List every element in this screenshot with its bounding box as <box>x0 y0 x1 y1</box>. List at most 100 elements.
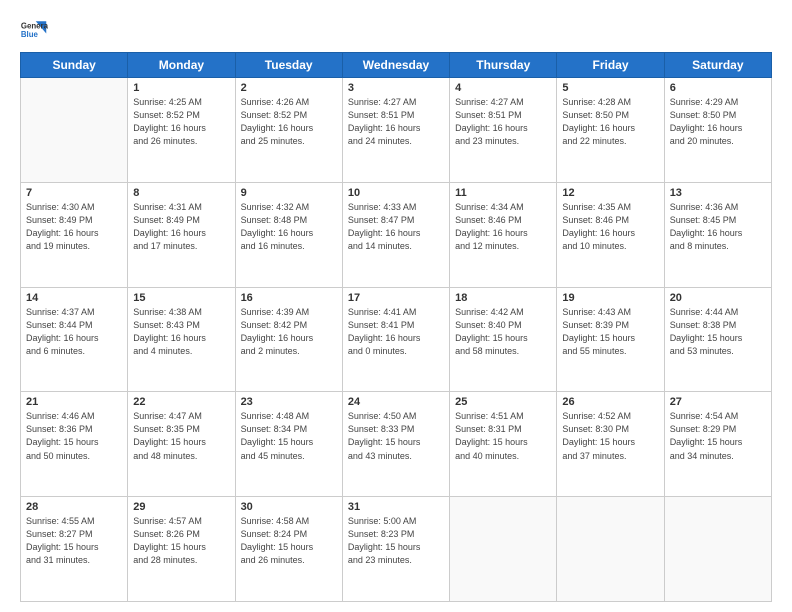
day-info: Sunrise: 4:47 AMSunset: 8:35 PMDaylight:… <box>133 410 229 462</box>
day-header-wednesday: Wednesday <box>342 53 449 78</box>
day-info: Sunrise: 4:32 AMSunset: 8:48 PMDaylight:… <box>241 201 337 253</box>
day-number: 28 <box>26 501 122 513</box>
day-number: 9 <box>241 187 337 199</box>
day-number: 31 <box>348 501 444 513</box>
calendar-cell: 5Sunrise: 4:28 AMSunset: 8:50 PMDaylight… <box>557 78 664 183</box>
calendar-cell: 30 Sunrise: 4:58 AMSunset: 8:24 PMDayligh… <box>235 497 342 602</box>
calendar-cell: 11 Sunrise: 4:34 AMSunset: 8:46 PMDayligh… <box>450 182 557 287</box>
logo-icon: General Blue <box>20 16 48 44</box>
calendar-cell <box>450 497 557 602</box>
calendar-cell: 17 Sunrise: 4:41 AMSunset: 8:41 PMDayligh… <box>342 287 449 392</box>
calendar-cell: 29 Sunrise: 4:57 AMSunset: 8:26 PMDayligh… <box>128 497 235 602</box>
logo: General Blue <box>20 16 48 44</box>
day-header-thursday: Thursday <box>450 53 557 78</box>
day-number: 16 <box>241 292 337 304</box>
day-info: Sunrise: 4:31 AMSunset: 8:49 PMDaylight:… <box>133 201 229 253</box>
day-number: 10 <box>348 187 444 199</box>
day-info: Sunrise: 4:39 AMSunset: 8:42 PMDaylight:… <box>241 306 337 358</box>
day-number: 5 <box>562 82 658 94</box>
calendar-cell: 9 Sunrise: 4:32 AMSunset: 8:48 PMDaylight… <box>235 182 342 287</box>
day-info: Sunrise: 4:48 AMSunset: 8:34 PMDaylight:… <box>241 410 337 462</box>
day-info: Sunrise: 4:36 AMSunset: 8:45 PMDaylight:… <box>670 201 766 253</box>
day-info: Sunrise: 4:50 AMSunset: 8:33 PMDaylight:… <box>348 410 444 462</box>
calendar-cell: 13 Sunrise: 4:36 AMSunset: 8:45 PMDayligh… <box>664 182 771 287</box>
day-header-monday: Monday <box>128 53 235 78</box>
calendar-cell: 27Sunrise: 4:54 AMSunset: 8:29 PMDayligh… <box>664 392 771 497</box>
day-number: 8 <box>133 187 229 199</box>
day-info: Sunrise: 4:44 AMSunset: 8:38 PMDaylight:… <box>670 306 766 358</box>
calendar-cell: 18 Sunrise: 4:42 AMSunset: 8:40 PMDayligh… <box>450 287 557 392</box>
calendar-cell: 7 Sunrise: 4:30 AMSunset: 8:49 PMDaylight… <box>21 182 128 287</box>
page-header: General Blue <box>20 16 772 44</box>
day-info: Sunrise: 5:00 AMSunset: 8:23 PMDaylight:… <box>348 515 444 567</box>
day-info: Sunrise: 4:52 AMSunset: 8:30 PMDaylight:… <box>562 410 658 462</box>
day-info: Sunrise: 4:27 AMSunset: 8:51 PMDaylight:… <box>348 96 444 148</box>
day-number: 17 <box>348 292 444 304</box>
day-number: 14 <box>26 292 122 304</box>
day-number: 24 <box>348 396 444 408</box>
day-info: Sunrise: 4:37 AMSunset: 8:44 PMDaylight:… <box>26 306 122 358</box>
day-info: Sunrise: 4:30 AMSunset: 8:49 PMDaylight:… <box>26 201 122 253</box>
day-number: 11 <box>455 187 551 199</box>
day-number: 2 <box>241 82 337 94</box>
calendar-header: SundayMondayTuesdayWednesdayThursdayFrid… <box>21 53 772 78</box>
calendar-cell: 21Sunrise: 4:46 AMSunset: 8:36 PMDayligh… <box>21 392 128 497</box>
calendar-cell: 20 Sunrise: 4:44 AMSunset: 8:38 PMDayligh… <box>664 287 771 392</box>
day-info: Sunrise: 4:41 AMSunset: 8:41 PMDaylight:… <box>348 306 444 358</box>
calendar-cell: 6 Sunrise: 4:29 AMSunset: 8:50 PMDaylight… <box>664 78 771 183</box>
day-number: 30 <box>241 501 337 513</box>
calendar-cell: 4Sunrise: 4:27 AMSunset: 8:51 PMDaylight… <box>450 78 557 183</box>
calendar-cell <box>664 497 771 602</box>
calendar-cell: 3 Sunrise: 4:27 AMSunset: 8:51 PMDaylight… <box>342 78 449 183</box>
calendar-cell <box>21 78 128 183</box>
day-number: 13 <box>670 187 766 199</box>
calendar-cell: 28 Sunrise: 4:55 AMSunset: 8:27 PMDayligh… <box>21 497 128 602</box>
calendar-cell: 22 Sunrise: 4:47 AMSunset: 8:35 PMDayligh… <box>128 392 235 497</box>
calendar-cell: 19 Sunrise: 4:43 AMSunset: 8:39 PMDayligh… <box>557 287 664 392</box>
day-info: Sunrise: 4:55 AMSunset: 8:27 PMDaylight:… <box>26 515 122 567</box>
calendar-cell: 31 Sunrise: 5:00 AMSunset: 8:23 PMDayligh… <box>342 497 449 602</box>
svg-text:Blue: Blue <box>21 30 39 39</box>
svg-text:General: General <box>21 21 48 30</box>
day-info: Sunrise: 4:42 AMSunset: 8:40 PMDaylight:… <box>455 306 551 358</box>
day-number: 3 <box>348 82 444 94</box>
day-info: Sunrise: 4:51 AMSunset: 8:31 PMDaylight:… <box>455 410 551 462</box>
calendar-cell: 2Sunrise: 4:26 AMSunset: 8:52 PMDaylight… <box>235 78 342 183</box>
day-number: 4 <box>455 82 551 94</box>
day-number: 19 <box>562 292 658 304</box>
calendar-cell: 15 Sunrise: 4:38 AMSunset: 8:43 PMDayligh… <box>128 287 235 392</box>
day-number: 23 <box>241 396 337 408</box>
day-info: Sunrise: 4:57 AMSunset: 8:26 PMDaylight:… <box>133 515 229 567</box>
calendar-cell: 23 Sunrise: 4:48 AMSunset: 8:34 PMDayligh… <box>235 392 342 497</box>
calendar-cell <box>557 497 664 602</box>
day-number: 12 <box>562 187 658 199</box>
day-info: Sunrise: 4:35 AMSunset: 8:46 PMDaylight:… <box>562 201 658 253</box>
day-info: Sunrise: 4:33 AMSunset: 8:47 PMDaylight:… <box>348 201 444 253</box>
calendar-cell: 25 Sunrise: 4:51 AMSunset: 8:31 PMDayligh… <box>450 392 557 497</box>
calendar-cell: 8 Sunrise: 4:31 AMSunset: 8:49 PMDaylight… <box>128 182 235 287</box>
calendar-cell: 1Sunrise: 4:25 AMSunset: 8:52 PMDaylight… <box>128 78 235 183</box>
day-number: 18 <box>455 292 551 304</box>
day-info: Sunrise: 4:58 AMSunset: 8:24 PMDaylight:… <box>241 515 337 567</box>
day-number: 7 <box>26 187 122 199</box>
day-number: 22 <box>133 396 229 408</box>
day-number: 27 <box>670 396 766 408</box>
day-info: Sunrise: 4:43 AMSunset: 8:39 PMDaylight:… <box>562 306 658 358</box>
day-info: Sunrise: 4:38 AMSunset: 8:43 PMDaylight:… <box>133 306 229 358</box>
day-header-saturday: Saturday <box>664 53 771 78</box>
day-info: Sunrise: 4:34 AMSunset: 8:46 PMDaylight:… <box>455 201 551 253</box>
calendar-table: SundayMondayTuesdayWednesdayThursdayFrid… <box>20 52 772 602</box>
day-number: 15 <box>133 292 229 304</box>
day-number: 20 <box>670 292 766 304</box>
calendar-cell: 24 Sunrise: 4:50 AMSunset: 8:33 PMDayligh… <box>342 392 449 497</box>
day-number: 25 <box>455 396 551 408</box>
day-header-sunday: Sunday <box>21 53 128 78</box>
day-number: 29 <box>133 501 229 513</box>
day-number: 6 <box>670 82 766 94</box>
day-number: 21 <box>26 396 122 408</box>
day-info: Sunrise: 4:25 AMSunset: 8:52 PMDaylight:… <box>133 96 229 148</box>
calendar-cell: 16 Sunrise: 4:39 AMSunset: 8:42 PMDayligh… <box>235 287 342 392</box>
day-info: Sunrise: 4:29 AMSunset: 8:50 PMDaylight:… <box>670 96 766 148</box>
calendar-cell: 12 Sunrise: 4:35 AMSunset: 8:46 PMDayligh… <box>557 182 664 287</box>
calendar-cell: 14 Sunrise: 4:37 AMSunset: 8:44 PMDayligh… <box>21 287 128 392</box>
